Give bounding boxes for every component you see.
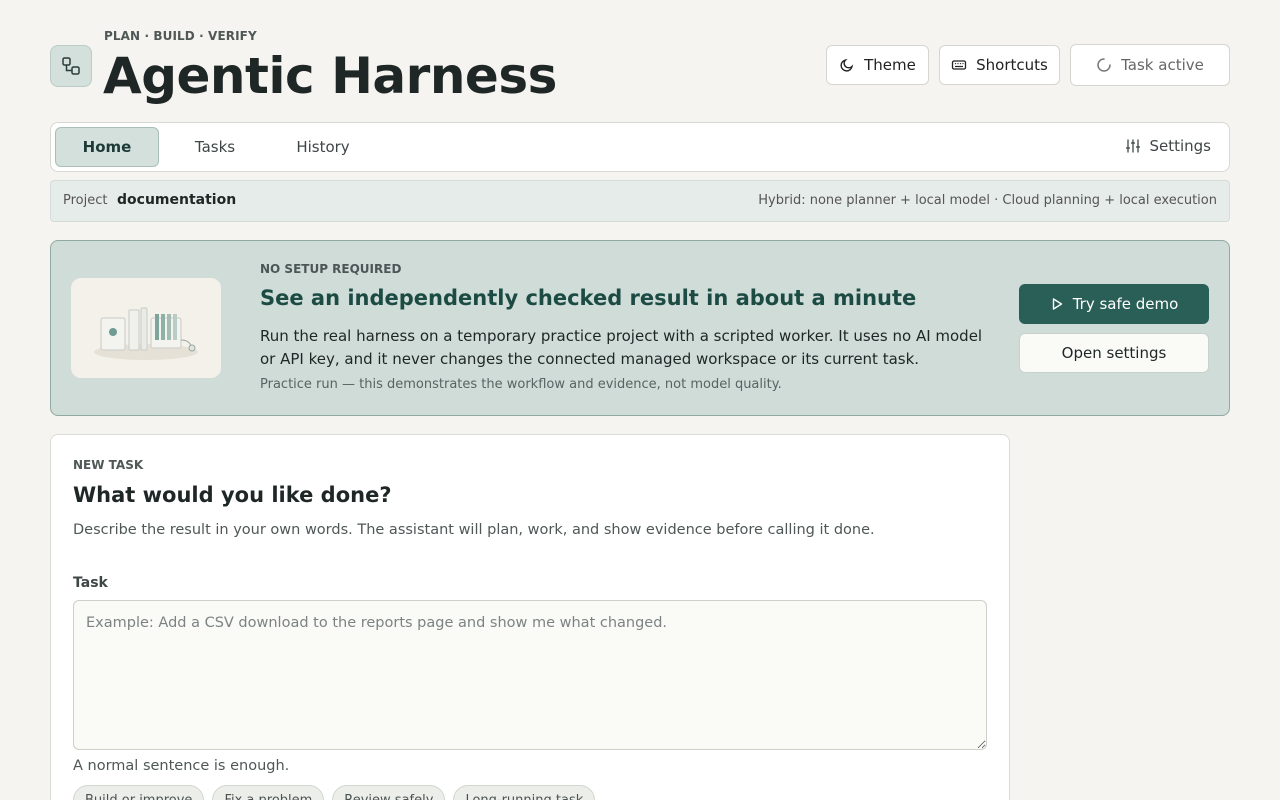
project-strip: Project documentation Hybrid: none plann… [50,180,1230,222]
settings-link-label: Settings [1149,137,1211,155]
new-task-eyebrow: NEW TASK [73,458,144,472]
task-active-label: Task active [1121,56,1204,74]
play-icon [1052,298,1062,310]
demo-body: Run the real harness on a temporary prac… [260,327,983,368]
app-header: PLAN · BUILD · VERIFY Agentic Harness Th… [50,0,1230,122]
chip-fix-a-problem[interactable]: Fix a problem [212,785,325,800]
tab-history[interactable]: History [271,127,375,167]
task-template-chips: Build or improve Fix a problem Review sa… [73,785,596,800]
settings-link[interactable]: Settings [1125,137,1211,155]
spinner-icon [1097,58,1111,72]
demo-title: See an independently checked result in a… [260,286,917,310]
task-input[interactable] [73,600,987,750]
demo-illustration [71,278,221,378]
chip-long-running-task[interactable]: Long-running task [453,785,596,800]
main-nav: Home Tasks History Settings [50,122,1230,172]
workspace-illustration-icon [94,307,198,360]
try-safe-demo-label: Try safe demo [1072,295,1179,313]
demo-note: Practice run — this demonstrates the wor… [260,377,782,392]
task-field-label: Task [73,575,108,591]
app-eyebrow: PLAN · BUILD · VERIFY [104,29,257,43]
keyboard-icon [951,60,967,70]
task-help-text: A normal sentence is enough. [73,758,290,774]
theme-button[interactable]: Theme [826,45,929,85]
task-active-button[interactable]: Task active [1070,44,1230,86]
app-logo [50,45,92,87]
app-root: PLAN · BUILD · VERIFY Agentic Harness Th… [50,0,1230,800]
theme-button-label: Theme [864,56,916,74]
try-safe-demo-button[interactable]: Try safe demo [1019,284,1209,324]
shortcuts-button[interactable]: Shortcuts [939,45,1060,85]
new-task-card: NEW TASK What would you like done? Descr… [50,434,1010,800]
chip-build-or-improve[interactable]: Build or improve [73,785,205,800]
new-task-description: Describe the result in your own words. T… [73,522,875,538]
shortcuts-button-label: Shortcuts [976,56,1048,74]
app-title: Agentic Harness [103,47,557,105]
chip-review-safely[interactable]: Review safely [332,785,446,800]
tab-home[interactable]: Home [55,127,159,167]
project-mode: Hybrid: none planner + local model · Clo… [758,193,1217,208]
workflow-icon [62,57,80,75]
open-settings-button[interactable]: Open settings [1019,333,1209,373]
new-task-title: What would you like done? [73,483,392,507]
sliders-icon [1126,139,1141,153]
demo-banner: NO SETUP REQUIRED See an independently c… [50,240,1230,416]
moon-icon [840,58,854,72]
project-label: Project [63,193,108,208]
demo-eyebrow: NO SETUP REQUIRED [260,262,402,276]
tab-tasks[interactable]: Tasks [163,127,267,167]
project-name: documentation [117,192,237,208]
